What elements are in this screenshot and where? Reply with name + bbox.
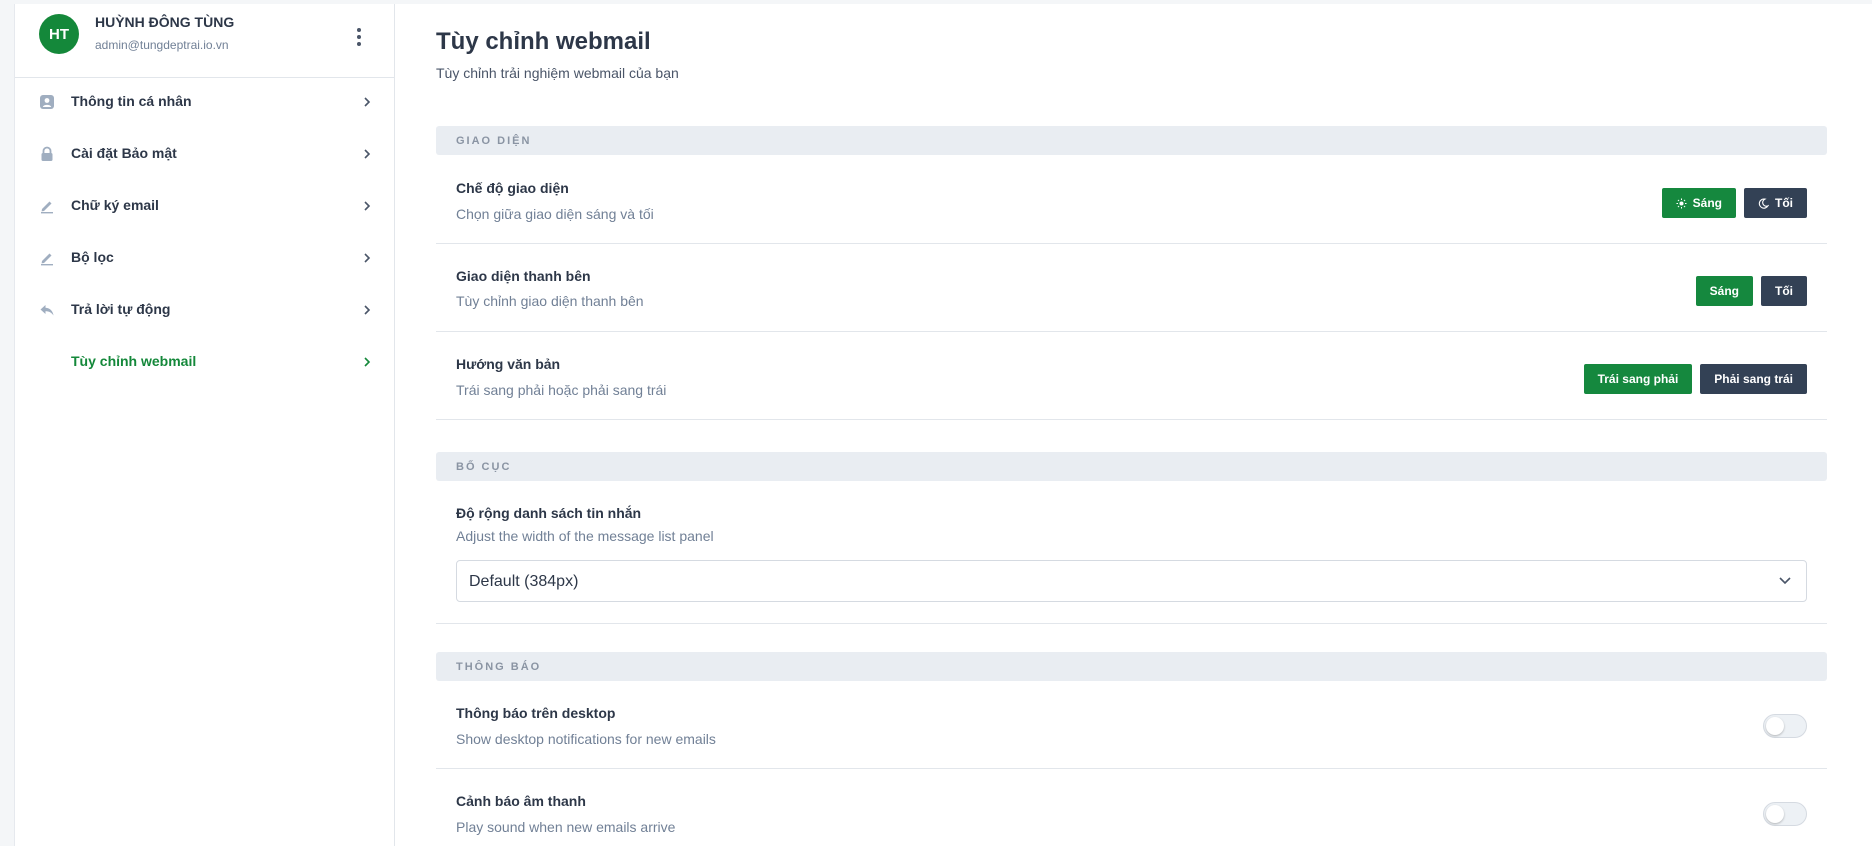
- settings-content: Tùy chỉnh webmail Tùy chỉnh trải nghiệm …: [395, 4, 1872, 846]
- sidebar-item-security[interactable]: Cài đặt Bảo mật: [15, 134, 395, 174]
- setting-description: Trái sang phải hoặc phải sang trái: [456, 382, 667, 398]
- chevron-right-icon: [364, 305, 371, 315]
- user-profile: HT HUỲNH ĐÔNG TÙNG admin@tungdeptrai.io.…: [15, 4, 394, 78]
- setting-title: Hướng văn bản: [456, 356, 561, 372]
- setting-title: Cảnh báo âm thanh: [456, 793, 586, 809]
- user-name: HUỲNH ĐÔNG TÙNG: [95, 14, 235, 30]
- theme-dark-button[interactable]: Tối: [1744, 188, 1807, 218]
- setting-description: Play sound when new emails arrive: [456, 819, 676, 835]
- chevron-right-icon: [364, 201, 371, 211]
- sidebar-item-label: Thông tin cá nhân: [71, 93, 192, 109]
- user-email: admin@tungdeptrai.io.vn: [95, 38, 229, 52]
- lock-icon: [41, 146, 53, 161]
- setting-description: Adjust the width of the message list pan…: [456, 528, 714, 544]
- setting-desktop-notifications: Thông báo trên desktop Show desktop noti…: [436, 681, 1827, 769]
- page-title: Tùy chỉnh webmail: [436, 28, 651, 55]
- right-to-left-button[interactable]: Phải sang trái: [1700, 364, 1807, 394]
- setting-description: Show desktop notifications for new email…: [456, 731, 716, 747]
- setting-theme-mode: Chế độ giao diện Chọn giữa giao diện sán…: [436, 155, 1827, 244]
- section-header-notifications: THÔNG BÁO: [436, 652, 1827, 681]
- sun-icon: [1676, 197, 1687, 209]
- setting-title: Giao diện thanh bên: [456, 268, 591, 284]
- theme-light-button[interactable]: Sáng: [1661, 188, 1736, 218]
- user-card-icon: [40, 95, 54, 109]
- sidebar-light-button[interactable]: Sáng: [1695, 276, 1753, 306]
- sidebar-item-label: Chữ ký email: [71, 197, 159, 213]
- chevron-right-icon: [364, 357, 371, 367]
- sidebar-item-label: Trả lời tự động: [71, 301, 171, 317]
- chevron-right-icon: [364, 149, 371, 159]
- avatar: HT: [39, 14, 79, 54]
- setting-title: Chế độ giao diện: [456, 180, 569, 196]
- page-subtitle: Tùy chỉnh trải nghiệm webmail của bạn: [436, 65, 679, 81]
- left-to-right-button[interactable]: Trái sang phải: [1583, 364, 1693, 394]
- sidebar-item-personal-info[interactable]: Thông tin cá nhân: [15, 82, 395, 122]
- setting-description: Chọn giữa giao diện sáng và tối: [456, 206, 654, 222]
- sidebar-item-auto-reply[interactable]: Trả lời tự động: [15, 290, 395, 330]
- sidebar-item-label: Cài đặt Bảo mật: [71, 145, 177, 161]
- sidebar-item-filters[interactable]: Bộ lọc: [15, 238, 395, 278]
- more-options-icon[interactable]: [353, 24, 365, 50]
- pen-icon: [41, 253, 53, 266]
- sidebar-item-email-signature[interactable]: Chữ ký email: [15, 186, 395, 226]
- select-value: Default (384px): [469, 573, 579, 590]
- moon-icon: [1758, 198, 1769, 209]
- sidebar-item-label: Bộ lọc: [71, 249, 114, 265]
- sidebar-item-webmail-customization[interactable]: Tùy chỉnh webmail: [15, 342, 395, 382]
- setting-title: Thông báo trên desktop: [456, 705, 616, 721]
- chevron-right-icon: [364, 97, 371, 107]
- chevron-down-icon: [1779, 577, 1791, 585]
- setting-title: Độ rộng danh sách tin nhắn: [456, 505, 642, 521]
- reply-icon: [40, 305, 54, 316]
- sidebar-dark-button[interactable]: Tối: [1761, 276, 1807, 306]
- settings-sidebar: HT HUỲNH ĐÔNG TÙNG admin@tungdeptrai.io.…: [15, 4, 395, 846]
- chevron-right-icon: [364, 253, 371, 263]
- settings-window: HT HUỲNH ĐÔNG TÙNG admin@tungdeptrai.io.…: [14, 4, 1872, 846]
- toggle-knob: [1766, 805, 1784, 823]
- desktop-notifications-toggle[interactable]: [1763, 714, 1807, 738]
- pen-icon: [41, 201, 53, 214]
- section-header-layout: BỐ CỤC: [436, 452, 1827, 481]
- setting-sidebar-theme: Giao diện thanh bên Tùy chỉnh giao diện …: [436, 244, 1827, 332]
- setting-description: Tùy chỉnh giao diện thanh bên: [456, 293, 644, 309]
- message-list-width-select[interactable]: Default (384px): [456, 560, 1807, 602]
- toggle-knob: [1766, 717, 1784, 735]
- setting-message-list-width: Độ rộng danh sách tin nhắn Adjust the wi…: [436, 481, 1827, 624]
- setting-sound-alerts: Cảnh báo âm thanh Play sound when new em…: [436, 769, 1827, 846]
- sidebar-item-label: Tùy chỉnh webmail: [71, 353, 197, 369]
- setting-text-direction: Hướng văn bản Trái sang phải hoặc phải s…: [436, 332, 1827, 420]
- section-header-appearance: GIAO DIỆN: [436, 126, 1827, 155]
- sound-alerts-toggle[interactable]: [1763, 802, 1807, 826]
